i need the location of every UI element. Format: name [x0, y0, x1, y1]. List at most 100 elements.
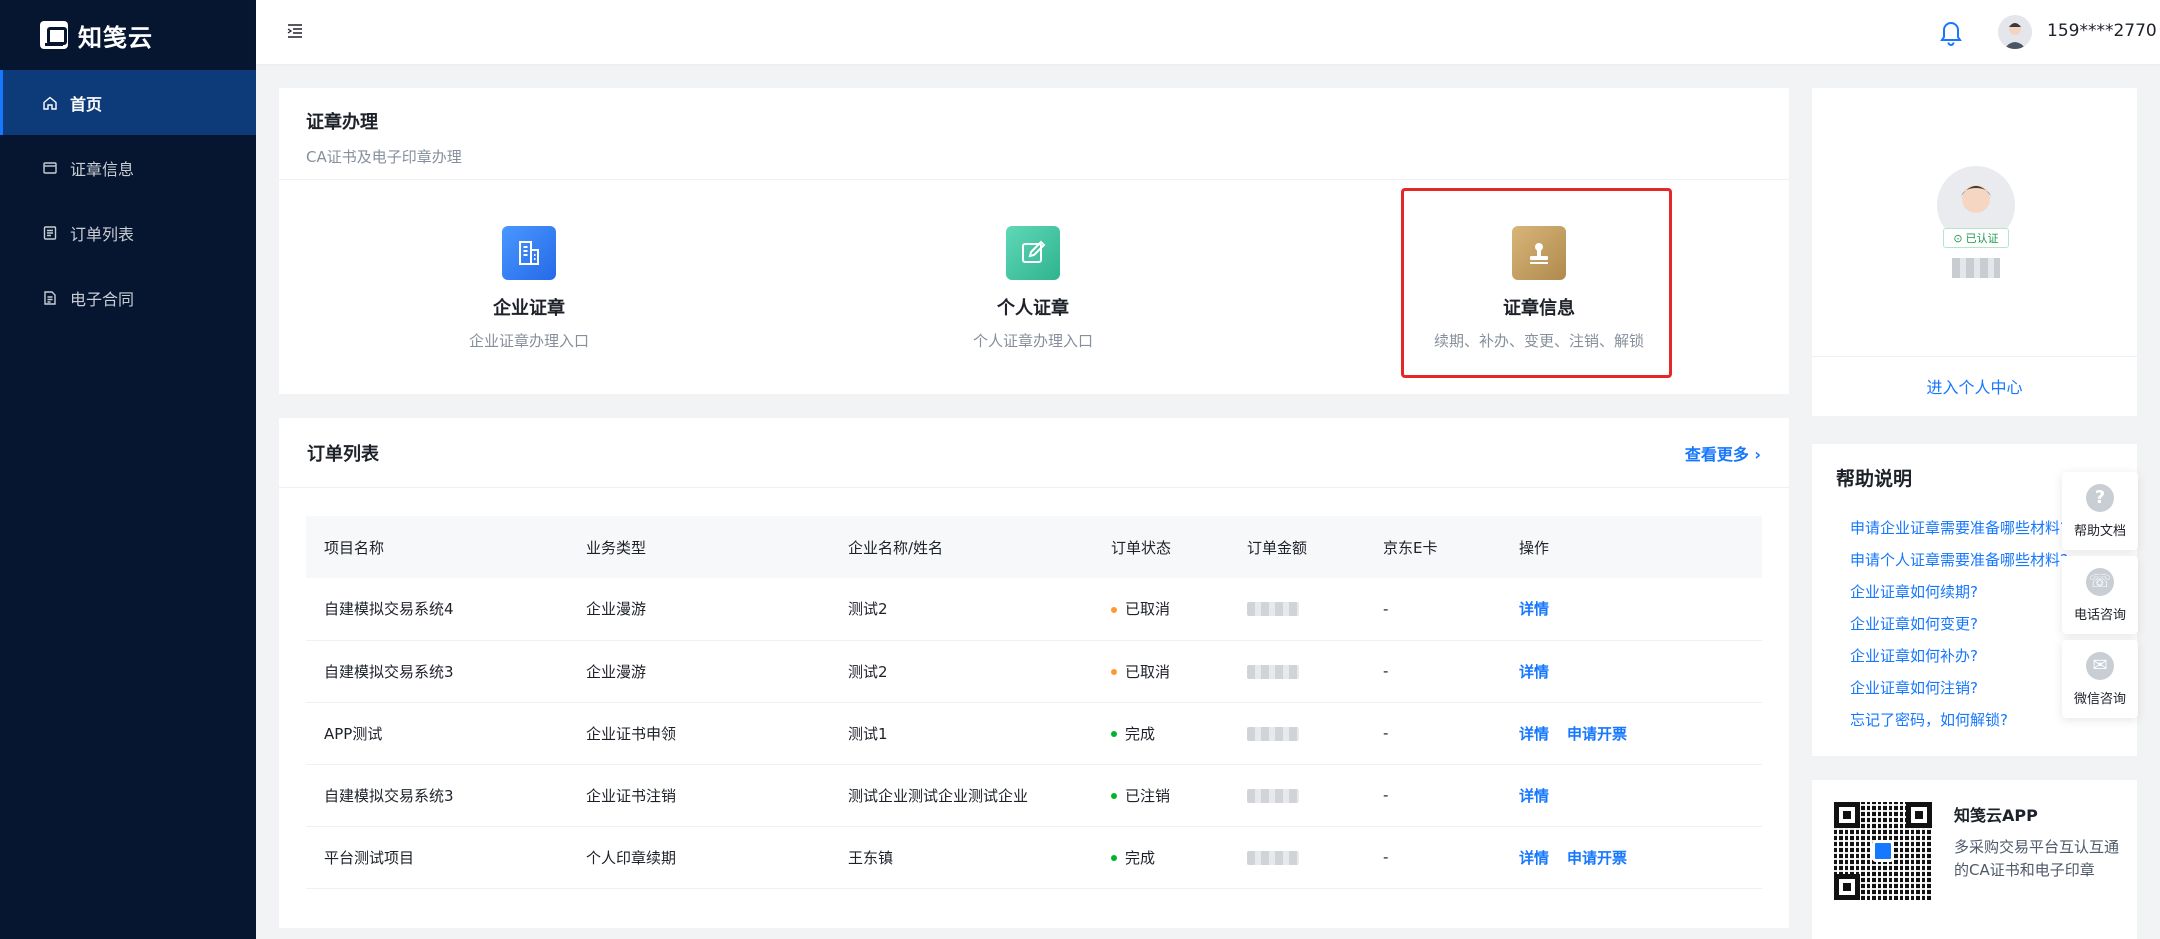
sidebar-item-cert-info[interactable]: 证章信息	[0, 135, 256, 200]
help-item[interactable]: 申请个人证章需要准备哪些材料?	[1850, 544, 2090, 576]
float-label: 电话咨询	[2073, 607, 2126, 623]
status-dot	[1111, 606, 1117, 613]
table-row: 自建模拟交易系统3 企业漫游 测试2 已取消 - 详情	[306, 640, 1762, 703]
help-item[interactable]: 企业证章如何注销?	[1850, 672, 2090, 704]
tile-cert-info[interactable]: 证章信息 续期、补办、变更、注销、解锁	[1394, 180, 1684, 394]
tile-personal-cert[interactable]: 个人证章 个人证章办理入口	[913, 180, 1153, 394]
personal-center-link[interactable]: 进入个人中心	[1812, 374, 2137, 398]
cell-ecard: -	[1365, 702, 1501, 765]
cell-amount	[1229, 702, 1365, 765]
invoice-link[interactable]: 申请开票	[1567, 849, 1627, 867]
status-dot	[1111, 669, 1117, 675]
cell-actions: 详情	[1501, 764, 1762, 827]
sidebar-item-orders[interactable]: 订单列表	[0, 200, 256, 265]
column-header: 企业名称/姓名	[830, 516, 1093, 578]
status-dot	[1111, 855, 1117, 861]
amount-masked	[1247, 726, 1299, 741]
phone-consult-button[interactable]: ☏ 电话咨询	[2062, 556, 2138, 634]
list-icon	[42, 225, 58, 241]
cell-project: 自建模拟交易系统3	[306, 764, 568, 827]
cell-project: 自建模拟交易系统3	[306, 640, 568, 703]
orders-table: 项目名称 业务类型 企业名称/姓名 订单状态 订单金额 京东E卡 操作 自建模拟…	[306, 516, 1762, 889]
column-header: 项目名称	[306, 516, 568, 578]
cell-type: 企业漫游	[568, 578, 830, 641]
certs-title: 证章办理	[306, 112, 378, 133]
help-item[interactable]: 申请企业证章需要准备哪些材料?	[1850, 512, 2090, 544]
certs-section: 证章办理 CA证书及电子印章办理 企业证章 企业证章办理入口 个人证章 个人证章…	[279, 88, 1789, 394]
cell-actions: 详情	[1501, 640, 1762, 703]
tile-title: 证章信息	[1503, 298, 1575, 319]
brand[interactable]: 知笺云	[0, 0, 256, 70]
cell-org: 测试2	[830, 578, 1093, 641]
status-text: 完成	[1125, 724, 1156, 743]
column-header: 京东E卡	[1365, 516, 1501, 578]
phone-icon: ☏	[2086, 567, 2114, 596]
qr-finder	[1834, 874, 1860, 900]
status-text: 已取消	[1125, 662, 1171, 681]
column-header: 操作	[1501, 516, 1762, 578]
help-item[interactable]: 忘记了密码，如何解锁?	[1850, 704, 2090, 736]
help-item[interactable]: 企业证章如何续期?	[1850, 576, 2090, 608]
building-icon	[502, 226, 556, 280]
help-item[interactable]: 企业证章如何补办?	[1850, 640, 2090, 672]
sidebar-item-home[interactable]: 首页	[0, 70, 256, 135]
cell-amount	[1229, 826, 1365, 889]
detail-link[interactable]: 详情	[1519, 663, 1549, 681]
sidebar-item-label: 首页	[70, 94, 103, 114]
status-dot	[1111, 731, 1117, 737]
status-text: 已取消	[1125, 600, 1171, 619]
sidebar-item-label: 证章信息	[70, 159, 135, 179]
bell-icon[interactable]	[1938, 18, 1964, 46]
verified-badge: ⊙ 已认证	[1943, 228, 2009, 248]
app-title: 知笺云APP	[1954, 806, 2038, 825]
menu-toggle-icon[interactable]	[286, 22, 304, 40]
question-icon: ?	[2086, 483, 2114, 512]
cell-project: APP测试	[306, 702, 568, 765]
top-bar: 159****2770	[256, 0, 2160, 64]
amount-masked	[1247, 664, 1299, 679]
sidebar-item-label: 电子合同	[70, 289, 135, 309]
qr-finder	[1834, 802, 1860, 828]
certs-header: 证章办理 CA证书及电子印章办理	[279, 88, 1789, 180]
app-card: 知笺云APP 多采购交易平台互认互通的CA证书和电子印章	[1812, 780, 2137, 939]
user-phone[interactable]: 159****2770	[2047, 21, 2157, 41]
amount-masked	[1247, 850, 1299, 865]
cell-org: 测试企业测试企业测试企业	[830, 764, 1093, 827]
see-more-link[interactable]: 查看更多 ›	[1685, 441, 1761, 465]
name-masked	[1952, 258, 2000, 278]
cell-amount	[1229, 764, 1365, 827]
table-header-row: 项目名称 业务类型 企业名称/姓名 订单状态 订单金额 京东E卡 操作	[306, 516, 1762, 578]
column-header: 业务类型	[568, 516, 830, 578]
cell-org: 测试1	[830, 702, 1093, 765]
tile-enterprise-cert[interactable]: 企业证章 企业证章办理入口	[409, 180, 649, 394]
cell-type: 企业证书申领	[568, 702, 830, 765]
brand-name: 知笺云	[78, 23, 153, 52]
tile-subtitle: 个人证章办理入口	[972, 332, 1093, 350]
help-item[interactable]: 企业证章如何变更?	[1850, 608, 2090, 640]
cell-ecard: -	[1365, 764, 1501, 827]
amount-masked	[1247, 788, 1299, 803]
invoice-link[interactable]: 申请开票	[1567, 725, 1627, 743]
status-text: 完成	[1125, 848, 1156, 867]
sidebar-nav: 首页 证章信息 订单列表 电子合同	[0, 70, 256, 330]
cell-status: 已取消	[1093, 640, 1229, 703]
cell-status: 已注销	[1093, 764, 1229, 827]
seal-icon	[1512, 226, 1566, 280]
detail-link[interactable]: 详情	[1519, 787, 1549, 805]
tile-title: 个人证章	[997, 298, 1069, 319]
wechat-consult-button[interactable]: ✉ 微信咨询	[2062, 640, 2138, 718]
detail-link[interactable]: 详情	[1519, 600, 1549, 618]
wechat-icon: ✉	[2086, 651, 2114, 680]
detail-link[interactable]: 详情	[1519, 725, 1549, 743]
sidebar-item-contracts[interactable]: 电子合同	[0, 265, 256, 330]
help-title: 帮助说明	[1836, 468, 1913, 490]
tile-subtitle: 企业证章办理入口	[468, 332, 589, 350]
table-row: 平台测试项目 个人印章续期 王东镇 完成 - 详情 申请开票	[306, 826, 1762, 889]
avatar[interactable]	[1998, 15, 2032, 49]
contract-icon	[42, 290, 58, 306]
cert-icon	[42, 160, 58, 176]
chevron-right-icon: ›	[1754, 444, 1761, 464]
help-doc-button[interactable]: ? 帮助文档	[2062, 472, 2138, 550]
cell-type: 企业漫游	[568, 640, 830, 703]
detail-link[interactable]: 详情	[1519, 849, 1549, 867]
